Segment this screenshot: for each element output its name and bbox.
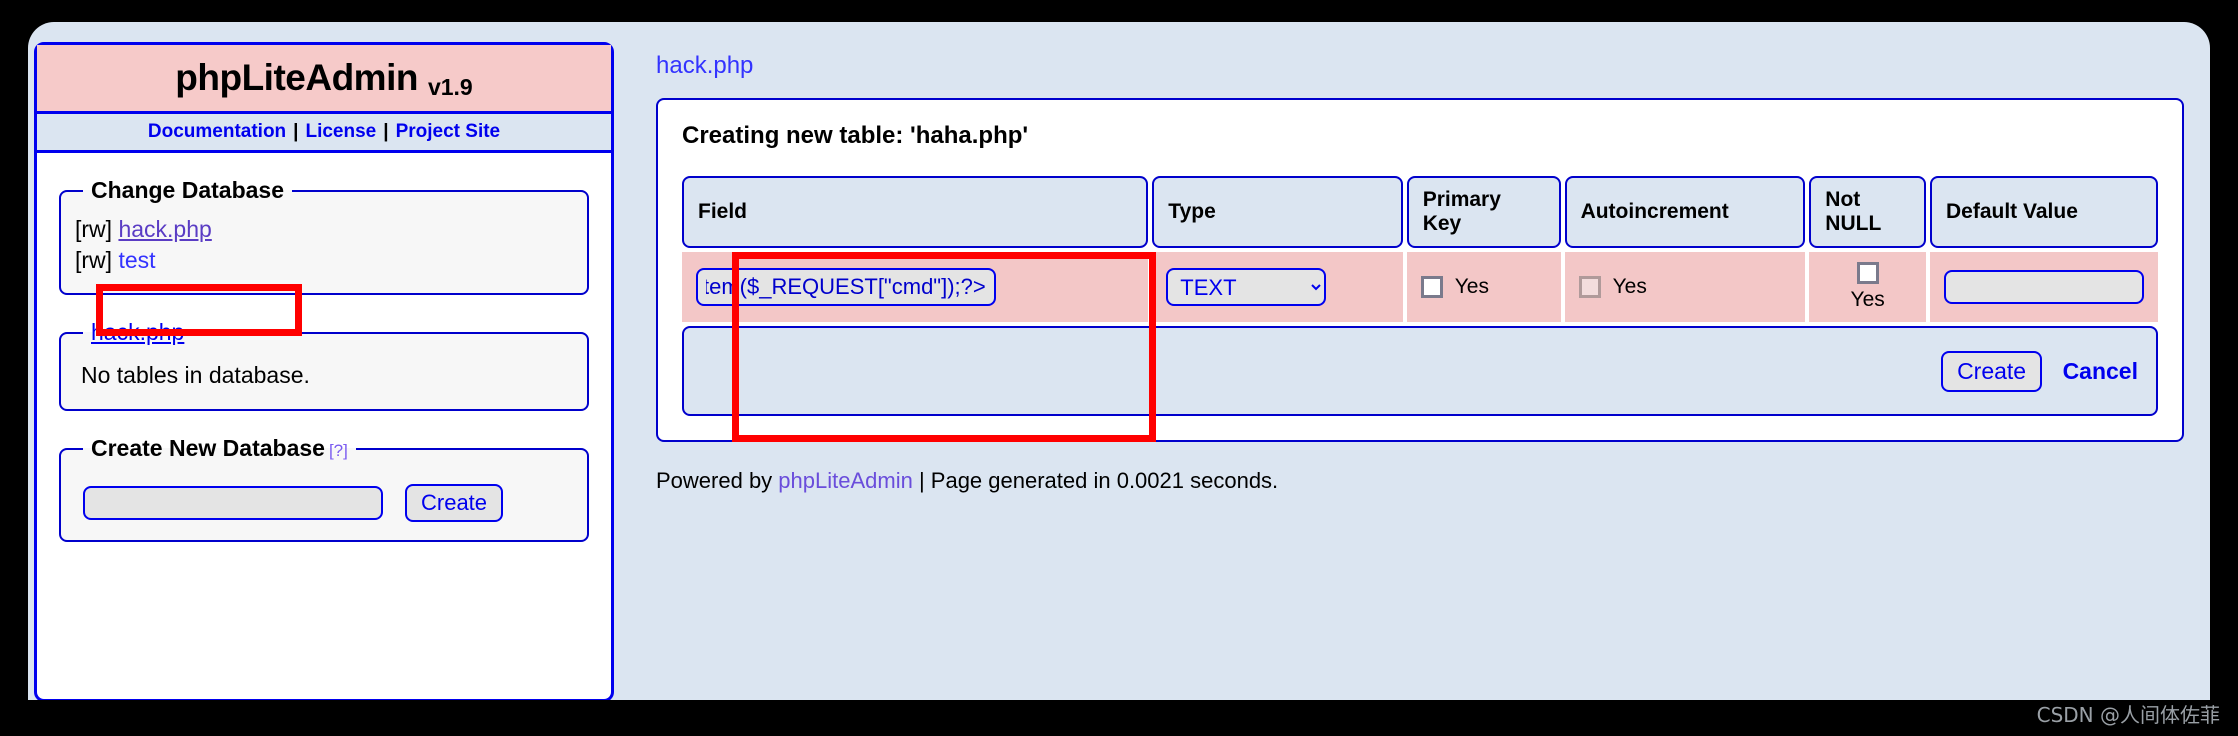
database-link-test[interactable]: test	[118, 247, 155, 273]
table-actions-row: Create Cancel	[682, 326, 2158, 416]
primary-key-label: Yes	[1454, 275, 1489, 298]
not-null-checkbox[interactable]	[1856, 262, 1879, 284]
database-list-item: [rw] test	[75, 245, 573, 276]
main-content: hack.php Creating new table: 'haha.php' …	[624, 22, 2210, 700]
create-new-database-legend: Create New Database [?]	[83, 435, 356, 462]
database-link-hack-php[interactable]: hack.php	[118, 216, 211, 242]
table-header-row: Field Type Primary Key Autoincrement Not…	[682, 176, 2158, 248]
footer: Powered by phpLiteAdmin | Page generated…	[656, 468, 2210, 494]
nav-link-documentation[interactable]: Documentation	[148, 121, 286, 143]
app-title: phpLiteAdmin	[175, 57, 418, 98]
create-new-database-legend-text: Create New Database	[91, 435, 325, 462]
database-permission: [rw]	[75, 246, 113, 273]
change-database-panel: Change Database [rw] hack.php [rw] test	[59, 177, 589, 296]
footer-link-phpliteadmin[interactable]: phpLiteAdmin	[778, 468, 913, 493]
help-link-icon[interactable]: [?]	[329, 441, 348, 460]
cell-not-null: Yes	[1809, 252, 1926, 322]
cell-type: TEXT	[1152, 252, 1403, 322]
page-title: Creating new table: 'haha.php'	[682, 122, 1029, 149]
column-header-field: Field	[682, 176, 1149, 248]
field-name-input[interactable]	[696, 268, 996, 306]
new-table-field-table: Field Type Primary Key Autoincrement Not…	[678, 172, 2162, 420]
autoincrement-checkbox[interactable]	[1578, 276, 1601, 298]
cell-actions: Create Cancel	[682, 326, 2158, 416]
cell-autoincrement: Yes	[1564, 252, 1806, 322]
cell-primary-key: Yes	[1406, 252, 1561, 322]
window-frame: phpLiteAdmin v1.9 Documentation | Licens…	[0, 0, 2238, 736]
create-table-button[interactable]: Create	[1941, 350, 2043, 392]
field-type-select[interactable]: TEXT	[1166, 268, 1327, 306]
cancel-link[interactable]: Cancel	[2063, 358, 2138, 384]
cell-default-value	[1930, 252, 2158, 322]
app-version: v1.9	[427, 74, 473, 100]
create-new-database-panel: Create New Database [?] Create	[59, 435, 589, 543]
column-header-default-value: Default Value	[1930, 176, 2158, 248]
create-table-panel: Creating new table: 'haha.php' Field Typ…	[656, 98, 2184, 442]
column-header-primary-key: Primary Key	[1406, 176, 1561, 248]
database-permission: [rw]	[75, 216, 113, 242]
create-database-button[interactable]: Create	[405, 484, 504, 523]
nav-link-license[interactable]: License	[305, 121, 376, 143]
sidebar-nav: Documentation | License | Project Site	[37, 114, 611, 153]
table-row: TEXT Yes	[682, 252, 2158, 322]
footer-prefix: Powered by	[656, 468, 779, 493]
breadcrumb: hack.php	[656, 52, 2210, 80]
footer-suffix: | Page generated in 0.0021 seconds.	[912, 468, 1279, 493]
cell-field	[682, 252, 1149, 322]
new-database-name-input[interactable]	[83, 486, 383, 521]
not-null-label: Yes	[1850, 288, 1885, 311]
nav-separator-1: |	[293, 121, 299, 142]
autoincrement-label: Yes	[1612, 275, 1647, 298]
default-value-input[interactable]	[1944, 270, 2144, 304]
nav-separator-2: |	[383, 121, 389, 142]
breadcrumb-link-hack-php[interactable]: hack.php	[656, 52, 753, 79]
watermark: CSDN @人间体佐菲	[2036, 703, 2220, 727]
column-header-autoincrement: Autoincrement	[1564, 176, 1806, 248]
current-database-panel: hack.php No tables in database.	[59, 319, 589, 412]
database-list-item: [rw] hack.php	[75, 214, 573, 245]
column-header-type: Type	[1152, 176, 1403, 248]
change-database-legend: Change Database	[91, 177, 285, 203]
create-new-database-row: Create	[75, 472, 573, 523]
phpliteadmin-page: phpLiteAdmin v1.9 Documentation | Licens…	[28, 22, 2210, 700]
nav-link-project-site[interactable]: Project Site	[396, 121, 501, 143]
no-tables-message: No tables in database.	[81, 362, 310, 389]
primary-key-checkbox[interactable]	[1420, 276, 1443, 298]
brand-header: phpLiteAdmin v1.9	[37, 45, 611, 114]
sidebar: phpLiteAdmin v1.9 Documentation | Licens…	[34, 42, 614, 700]
column-header-not-null: Not NULL	[1809, 176, 1926, 248]
current-database-legend[interactable]: hack.php	[83, 319, 192, 346]
